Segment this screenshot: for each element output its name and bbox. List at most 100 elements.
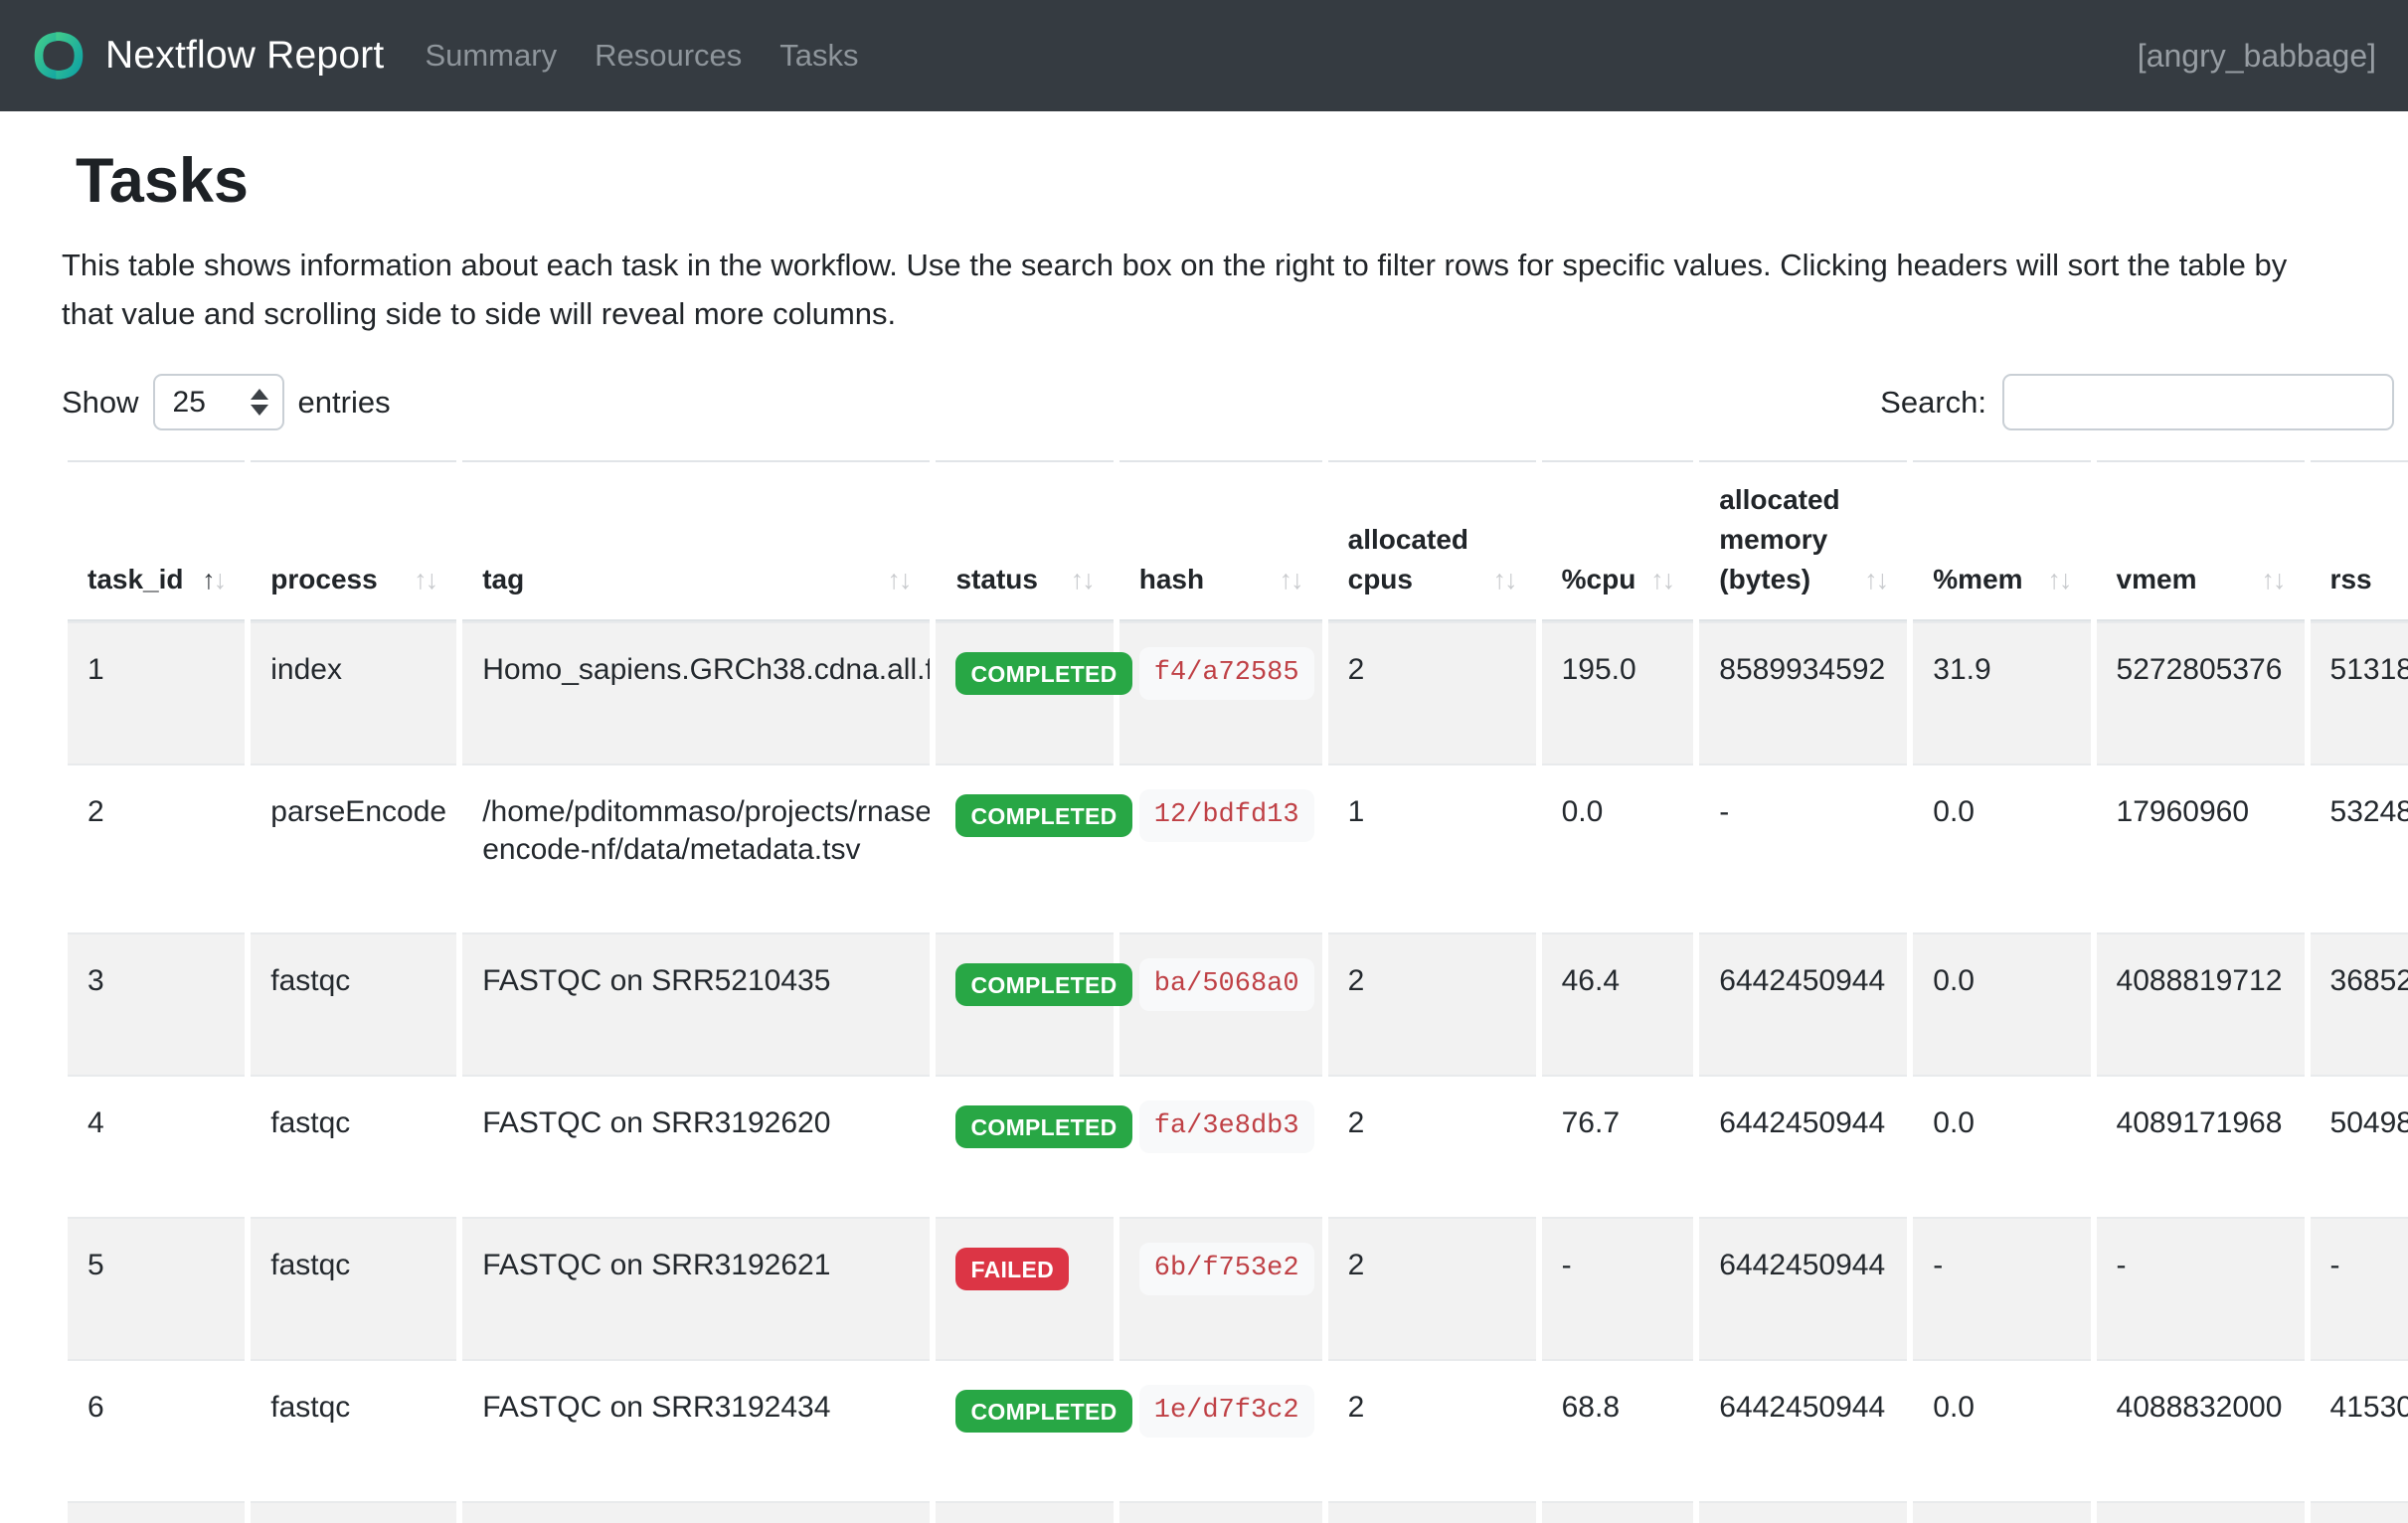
column-header-process[interactable]: process↑↓	[251, 460, 456, 621]
nav-links: Summary Resources Tasks	[406, 38, 877, 74]
hash-code: 1e/d7f3c2	[1139, 1385, 1314, 1438]
search-input[interactable]	[2002, 374, 2394, 430]
cell-vmem: 4088819712	[2097, 932, 2305, 1075]
column-label: status	[955, 560, 1037, 599]
column-label: tag	[482, 560, 524, 599]
cell-vmem: 4088832000	[2097, 1359, 2305, 1501]
page-description: This table shows information about each …	[62, 241, 2319, 338]
cell-process: parseEncode	[251, 763, 456, 932]
cell-pct_mem: 31.9	[1913, 621, 2090, 763]
cell-allocated_memory: 6442450944	[1699, 932, 1907, 1075]
column-header-status[interactable]: status ↑↓	[936, 460, 1113, 621]
column-label: hash	[1139, 560, 1204, 599]
cell-pct_mem: -	[1913, 1217, 2090, 1359]
cell-rss: 50498	[2311, 1075, 2408, 1217]
table-scroll-container[interactable]: task_id↑↓process↑↓tag↑↓status↑↓hash↑↓all…	[62, 460, 2408, 1523]
column-header-hash[interactable]: hash ↑↓	[1119, 460, 1322, 621]
hash-code: fa/3e8db3	[1139, 1100, 1314, 1153]
page-length-select[interactable]: 25	[153, 374, 284, 430]
cell-tag: FASTQC on SRR3192621	[462, 1217, 930, 1359]
cell-hash: fa/3e8db3	[1119, 1075, 1322, 1217]
cell-pct_cpu: 68.8	[1542, 1359, 1694, 1501]
column-label: rss	[2330, 560, 2372, 599]
sort-arrows-icon: ↑↓	[1864, 560, 1887, 599]
hash-code: f4/a72585	[1139, 647, 1314, 700]
page-length-control: Show 25 entries	[62, 374, 391, 430]
status-badge: COMPLETED	[955, 1105, 1131, 1148]
cell-hash: f4/a72585	[1119, 621, 1322, 763]
sort-arrows-icon: ↑↓	[1280, 560, 1302, 599]
cell-rss: 38431	[2311, 1501, 2408, 1523]
table-body: 1 indexHomo_sapiens.GRCh38.cdna.all.fa.gz…	[68, 621, 2408, 1523]
cell-allocated_cpus: 2	[1328, 621, 1536, 763]
cell-tag: /home/pditommaso/projects/rnaseq- encode…	[462, 763, 930, 932]
column-header-tag[interactable]: tag ↑↓	[462, 460, 930, 621]
nav-item-summary[interactable]: Summary	[406, 28, 576, 83]
table-row: 5fastqcFASTQC on SRR3192621FAILED6b/f753…	[68, 1217, 2408, 1359]
table-row: 4fastqcFASTQC on SRR3192620COMPLETEDfa/3…	[68, 1075, 2408, 1217]
search-control: Search:	[1880, 374, 2394, 430]
status-badge: COMPLETED	[955, 963, 1131, 1006]
cell-tag: Homo_sapiens.GRCh38.cdna.all.fa.gz	[462, 621, 930, 763]
sort-arrows-icon: ↑↓	[2262, 560, 2285, 599]
cell-hash: 12/bdfd13	[1119, 763, 1322, 932]
tasks-table: task_id↑↓process↑↓tag↑↓status↑↓hash↑↓all…	[62, 460, 2408, 1523]
cell-vmem: 4031012864	[2097, 1501, 2305, 1523]
column-header-rss[interactable]: rss↑↓	[2311, 460, 2408, 621]
main-content: Tasks This table shows information about…	[0, 145, 2408, 1523]
column-label: %cpu	[1562, 560, 1636, 599]
cell-tag: FASTQC on SRR3192620	[462, 1075, 930, 1217]
brand-title: Nextflow Report	[105, 34, 384, 78]
cell-status: COMPLETED	[936, 1075, 1113, 1217]
cell-vmem: 17960960	[2097, 763, 2305, 932]
sort-arrows-icon: ↑↓	[2048, 560, 2071, 599]
column-header-vmem[interactable]: vmem↑↓	[2097, 460, 2305, 621]
cell-pct_cpu: 195.0	[1542, 621, 1694, 763]
cell-hash: 6b/f753e2	[1119, 1217, 1322, 1359]
cell-allocated_memory: 6442450944	[1699, 1359, 1907, 1501]
cell-allocated_memory: -	[1699, 763, 1907, 932]
cell-task_id: 4	[68, 1075, 245, 1217]
status-badge: FAILED	[955, 1248, 1069, 1290]
sort-arrows-icon: ↑↓	[202, 560, 225, 599]
sort-arrows-icon: ↑↓	[887, 560, 910, 599]
run-name-badge: [angry_babbage]	[2138, 38, 2376, 75]
column-label: %mem	[1933, 560, 2022, 599]
cell-allocated_cpus: 1	[1328, 763, 1536, 932]
cell-process: fastqc	[251, 1501, 456, 1523]
table-row: 6fastqcFASTQC on SRR3192434COMPLETED1e/d…	[68, 1359, 2408, 1501]
cell-process: index	[251, 621, 456, 763]
cell-process: fastqc	[251, 1359, 456, 1501]
cell-pct_cpu: 46.4	[1542, 932, 1694, 1075]
cell-allocated_memory: 6442450944	[1699, 1501, 1907, 1523]
cell-process: fastqc	[251, 1217, 456, 1359]
navbar-brand[interactable]: Nextflow Report	[32, 29, 384, 83]
column-label: allocated cpus	[1348, 520, 1487, 599]
cell-rss: 53248	[2311, 763, 2408, 932]
nextflow-logo-icon	[32, 29, 86, 83]
cell-vmem: 4089171968	[2097, 1075, 2305, 1217]
entries-label: entries	[298, 385, 391, 421]
sort-arrows-icon: ↑↓	[1071, 560, 1094, 599]
cell-allocated_cpus: 2	[1328, 1217, 1536, 1359]
cell-pct_mem: 0.0	[1913, 763, 2090, 932]
nav-item-resources[interactable]: Resources	[576, 28, 761, 83]
column-header-task-id[interactable]: task_id ↑↓	[68, 460, 245, 621]
status-badge: COMPLETED	[955, 652, 1131, 695]
cell-allocated_memory: 8589934592	[1699, 621, 1907, 763]
table-row: 1indexHomo_sapiens.GRCh38.cdna.all.fa.gz…	[68, 621, 2408, 763]
column-header-cpu[interactable]: %cpu↑↓	[1542, 460, 1694, 621]
cell-process: fastqc	[251, 1075, 456, 1217]
search-label: Search:	[1880, 385, 1986, 421]
column-label: task_id	[87, 560, 184, 599]
column-header-mem[interactable]: %mem ↑↓	[1913, 460, 2090, 621]
nav-item-tasks[interactable]: Tasks	[761, 28, 877, 83]
status-badge: COMPLETED	[955, 1390, 1131, 1433]
cell-pct_cpu: -	[1542, 1217, 1694, 1359]
cell-pct_mem: 0.0	[1913, 1075, 2090, 1217]
column-header-allocated-memory-bytes[interactable]: allocated memory (bytes)↑↓	[1699, 460, 1907, 621]
cell-task_id: 2	[68, 763, 245, 932]
column-header-allocated-cpus[interactable]: allocated cpus↑↓	[1328, 460, 1536, 621]
cell-status: COMPLETED	[936, 1359, 1113, 1501]
table-controls: Show 25 entries Search:	[62, 374, 2394, 430]
